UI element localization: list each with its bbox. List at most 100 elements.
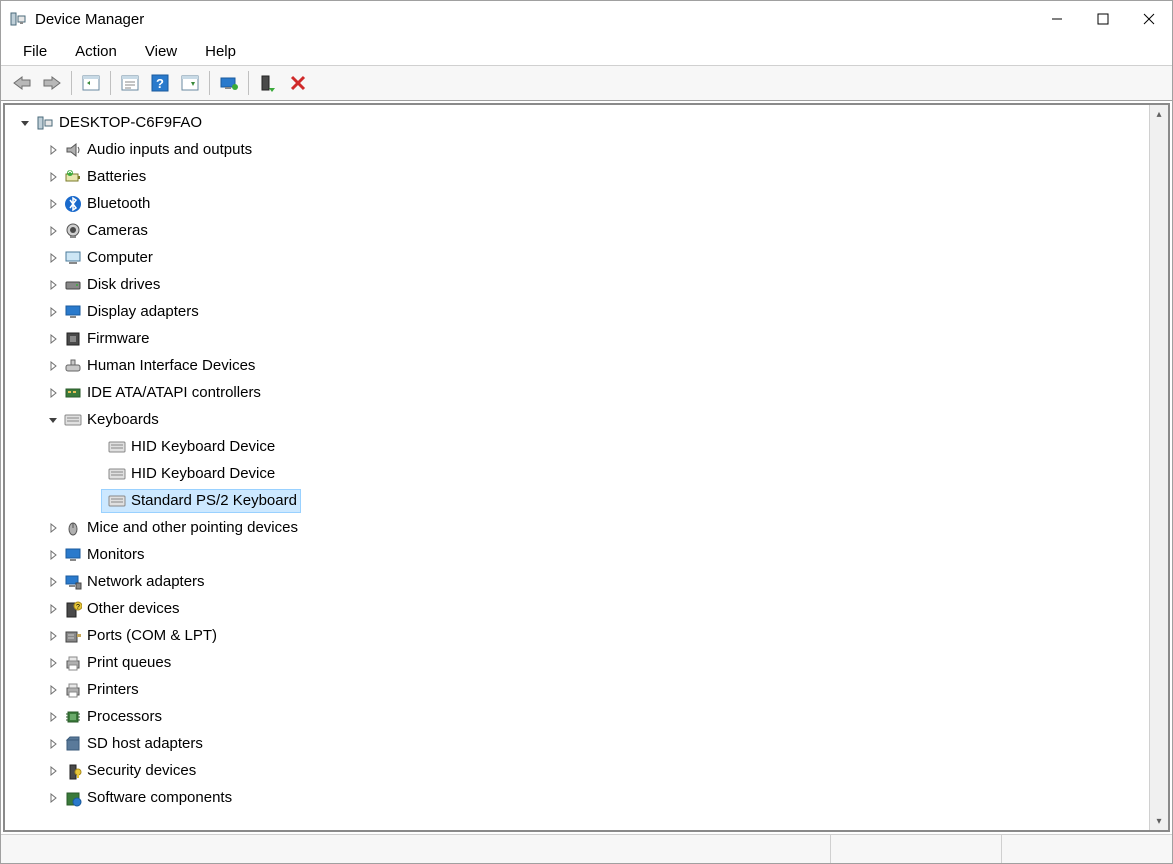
tree-category[interactable]: Ports (COM & LPT) <box>9 622 1149 649</box>
chevron-down-icon[interactable] <box>17 118 33 128</box>
tree-label: Keyboards <box>87 411 159 428</box>
tree-category[interactable]: Mice and other pointing devices <box>9 514 1149 541</box>
chevron-right-icon[interactable] <box>45 253 61 263</box>
tree-category[interactable]: Print queues <box>9 649 1149 676</box>
chevron-down-icon[interactable] <box>45 415 61 425</box>
printer-icon <box>63 653 83 673</box>
tree-category[interactable]: Display adapters <box>9 298 1149 325</box>
keyboard-icon <box>107 464 127 484</box>
scroll-up-icon[interactable]: ▴ <box>1150 105 1168 123</box>
close-button[interactable] <box>1126 1 1172 37</box>
tree-label: Network adapters <box>87 573 205 590</box>
chevron-right-icon[interactable] <box>45 712 61 722</box>
tree-category[interactable]: Firmware <box>9 325 1149 352</box>
svg-text:?: ? <box>76 604 80 611</box>
titlebar: Device Manager <box>1 1 1172 37</box>
statusbar <box>1 834 1172 863</box>
tree-device[interactable]: Standard PS/2 Keyboard <box>9 487 1149 514</box>
maximize-button[interactable] <box>1080 1 1126 37</box>
tree-label: Display adapters <box>87 303 199 320</box>
tree-root[interactable]: DESKTOP-C6F9FAO <box>9 109 1149 136</box>
chevron-right-icon[interactable] <box>45 604 61 614</box>
chevron-right-icon[interactable] <box>45 199 61 209</box>
chevron-right-icon[interactable] <box>45 307 61 317</box>
ide-icon <box>63 383 83 403</box>
tree-category[interactable]: Batteries <box>9 163 1149 190</box>
minimize-button[interactable] <box>1034 1 1080 37</box>
tree-category[interactable]: Keyboards <box>9 406 1149 433</box>
tree-label: Other devices <box>87 600 180 617</box>
tree-label: Firmware <box>87 330 150 347</box>
chevron-right-icon[interactable] <box>45 145 61 155</box>
chevron-right-icon[interactable] <box>45 226 61 236</box>
chevron-right-icon[interactable] <box>45 631 61 641</box>
tree-label: Ports (COM & LPT) <box>87 627 217 644</box>
menu-view[interactable]: View <box>133 41 189 62</box>
tree-label: Standard PS/2 Keyboard <box>131 492 297 509</box>
update-driver-button[interactable] <box>214 69 244 97</box>
menu-help[interactable]: Help <box>193 41 248 62</box>
scan-hardware-button[interactable] <box>175 69 205 97</box>
tree-category[interactable]: Computer <box>9 244 1149 271</box>
tree-category[interactable]: Software components <box>9 784 1149 811</box>
audio-icon <box>63 140 83 160</box>
device-manager-window: Device Manager File Action View Help ? D… <box>0 0 1173 864</box>
keyboard-icon <box>107 437 127 457</box>
svg-text:?: ? <box>156 76 164 91</box>
chevron-right-icon[interactable] <box>45 172 61 182</box>
tree-category[interactable]: Network adapters <box>9 568 1149 595</box>
forward-button[interactable] <box>37 69 67 97</box>
tree-category[interactable]: SD host adapters <box>9 730 1149 757</box>
tree-device[interactable]: HID Keyboard Device <box>9 460 1149 487</box>
separator <box>71 71 72 95</box>
disable-device-button[interactable] <box>283 69 313 97</box>
tree-category[interactable]: Processors <box>9 703 1149 730</box>
tree-category[interactable]: Disk drives <box>9 271 1149 298</box>
chevron-right-icon[interactable] <box>45 739 61 749</box>
display-icon <box>63 302 83 322</box>
enable-device-button[interactable] <box>253 69 283 97</box>
tree-category[interactable]: Audio inputs and outputs <box>9 136 1149 163</box>
help-button[interactable]: ? <box>145 69 175 97</box>
tree-device[interactable]: HID Keyboard Device <box>9 433 1149 460</box>
chevron-right-icon[interactable] <box>45 766 61 776</box>
camera-icon <box>63 221 83 241</box>
keyboard-icon <box>107 491 127 511</box>
chevron-right-icon[interactable] <box>45 793 61 803</box>
sd-icon <box>63 734 83 754</box>
chevron-right-icon[interactable] <box>45 334 61 344</box>
chevron-right-icon[interactable] <box>45 658 61 668</box>
menu-action[interactable]: Action <box>63 41 129 62</box>
tree-category[interactable]: Security devices <box>9 757 1149 784</box>
status-cell <box>830 835 1001 863</box>
chevron-right-icon[interactable] <box>45 685 61 695</box>
chevron-right-icon[interactable] <box>45 280 61 290</box>
scroll-down-icon[interactable]: ▾ <box>1150 812 1168 830</box>
menu-file[interactable]: File <box>11 41 59 62</box>
status-cell <box>1001 835 1172 863</box>
show-hide-tree-button[interactable] <box>76 69 106 97</box>
chevron-right-icon[interactable] <box>45 523 61 533</box>
tree-category[interactable]: Monitors <box>9 541 1149 568</box>
tree-category[interactable]: Cameras <box>9 217 1149 244</box>
tree-category[interactable]: Human Interface Devices <box>9 352 1149 379</box>
back-button[interactable] <box>7 69 37 97</box>
other-icon: ? <box>63 599 83 619</box>
tree-label: Processors <box>87 708 162 725</box>
chevron-right-icon[interactable] <box>45 361 61 371</box>
tree-category[interactable]: ? Other devices <box>9 595 1149 622</box>
software-icon <box>63 788 83 808</box>
tree-label: Monitors <box>87 546 145 563</box>
chevron-right-icon[interactable] <box>45 577 61 587</box>
network-icon <box>63 572 83 592</box>
tree-label: Batteries <box>87 168 146 185</box>
chevron-right-icon[interactable] <box>45 550 61 560</box>
device-tree[interactable]: DESKTOP-C6F9FAOAudio inputs and outputs B… <box>5 105 1149 830</box>
tree-category[interactable]: Printers <box>9 676 1149 703</box>
menubar: File Action View Help <box>1 37 1172 66</box>
tree-category[interactable]: IDE ATA/ATAPI controllers <box>9 379 1149 406</box>
chevron-right-icon[interactable] <box>45 388 61 398</box>
properties-button[interactable] <box>115 69 145 97</box>
tree-category[interactable]: Bluetooth <box>9 190 1149 217</box>
vertical-scrollbar[interactable]: ▴ ▾ <box>1149 105 1168 830</box>
